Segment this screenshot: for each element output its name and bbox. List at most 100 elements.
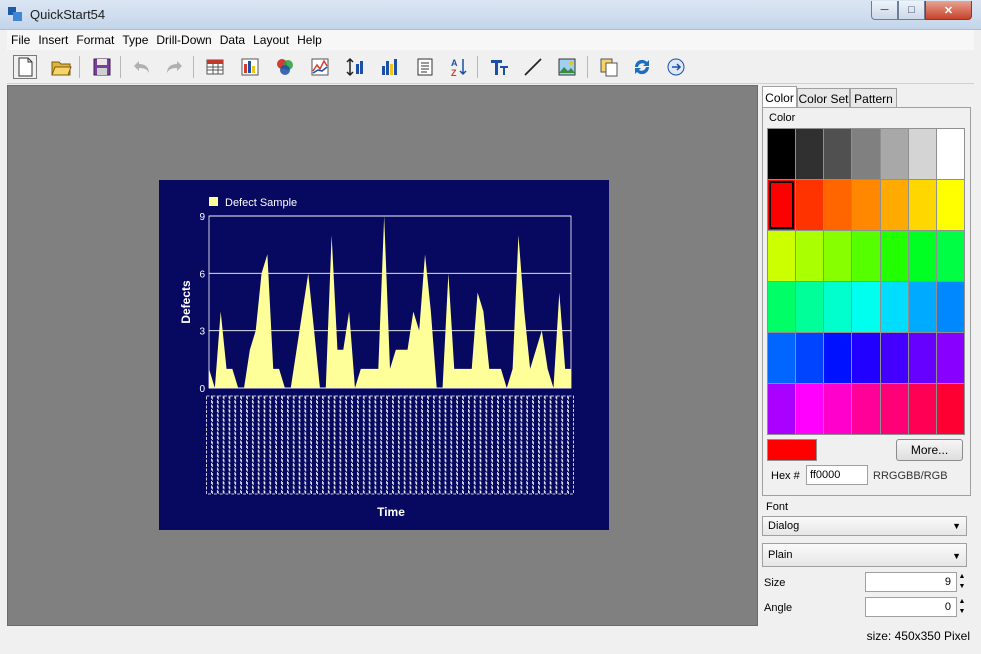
export-icon bbox=[667, 58, 685, 76]
color-swatch[interactable] bbox=[908, 231, 936, 281]
list-button[interactable] bbox=[413, 55, 437, 79]
color-swatch[interactable] bbox=[852, 231, 880, 281]
color-swatch[interactable] bbox=[880, 129, 908, 179]
font-family-select[interactable]: Dialog ▼ bbox=[762, 516, 967, 536]
tab-pattern[interactable]: Pattern bbox=[850, 88, 897, 108]
color-swatch[interactable] bbox=[936, 180, 964, 230]
color-swatch[interactable] bbox=[824, 129, 852, 179]
color-swatch[interactable] bbox=[936, 282, 964, 332]
bar-chart-icon bbox=[382, 59, 397, 75]
close-button[interactable]: ✕ bbox=[925, 1, 972, 20]
color-palette-icon bbox=[277, 59, 293, 75]
chart-panel[interactable]: Defect Sample 0 3 6 9 Defects Time bbox=[159, 180, 609, 530]
menu-data[interactable]: Data bbox=[220, 33, 245, 47]
bar-chart-button[interactable] bbox=[378, 55, 402, 79]
more-colors-button[interactable]: More... bbox=[896, 439, 963, 461]
x-tick-mark bbox=[258, 395, 265, 495]
color-swatch[interactable] bbox=[824, 180, 852, 230]
color-swatch[interactable] bbox=[852, 180, 880, 230]
size-spin-arrows[interactable]: ▲ ▼ bbox=[957, 572, 967, 592]
color-swatch[interactable] bbox=[880, 282, 908, 332]
toolbar: AZ bbox=[7, 50, 974, 84]
svg-text:Z: Z bbox=[451, 68, 457, 78]
color-swatch[interactable] bbox=[768, 180, 796, 230]
color-swatch[interactable] bbox=[880, 180, 908, 230]
color-swatch[interactable] bbox=[936, 384, 964, 434]
color-swatch[interactable] bbox=[880, 231, 908, 281]
color-swatch[interactable] bbox=[852, 129, 880, 179]
color-swatch[interactable] bbox=[824, 231, 852, 281]
angle-spin-arrows[interactable]: ▲ ▼ bbox=[957, 597, 967, 617]
color-swatch[interactable] bbox=[908, 333, 936, 383]
spin-up-icon: ▲ bbox=[958, 573, 966, 580]
size-spinner[interactable]: 9 bbox=[865, 572, 957, 592]
angle-spinner[interactable]: 0 bbox=[865, 597, 957, 617]
axis-scale-button[interactable] bbox=[343, 55, 367, 79]
table-icon bbox=[206, 59, 224, 75]
color-swatch[interactable] bbox=[768, 333, 796, 383]
color-swatch[interactable] bbox=[852, 384, 880, 434]
color-swatch[interactable] bbox=[908, 282, 936, 332]
app-icon bbox=[8, 7, 22, 21]
export-button[interactable] bbox=[664, 55, 688, 79]
menu-help[interactable]: Help bbox=[297, 33, 322, 47]
color-swatch[interactable] bbox=[880, 384, 908, 434]
menu-insert[interactable]: Insert bbox=[38, 33, 68, 47]
color-swatch[interactable] bbox=[768, 282, 796, 332]
svg-text:A: A bbox=[451, 58, 458, 68]
color-swatch[interactable] bbox=[768, 129, 796, 179]
menu-file[interactable]: File bbox=[11, 33, 30, 47]
copy-pages-button[interactable] bbox=[597, 55, 621, 79]
color-swatch[interactable] bbox=[824, 333, 852, 383]
design-canvas[interactable]: Defect Sample 0 3 6 9 Defects Time bbox=[7, 85, 758, 626]
color-swatch[interactable] bbox=[796, 282, 824, 332]
undo-button[interactable] bbox=[130, 55, 154, 79]
menu-type[interactable]: Type bbox=[122, 33, 148, 47]
color-swatch[interactable] bbox=[824, 282, 852, 332]
menu-drill-down[interactable]: Drill-Down bbox=[156, 33, 211, 47]
open-button[interactable] bbox=[49, 55, 73, 79]
color-swatch[interactable] bbox=[796, 129, 824, 179]
minimize-button[interactable]: ─ bbox=[871, 1, 898, 20]
color-swatch[interactable] bbox=[852, 282, 880, 332]
line-chart-button[interactable] bbox=[308, 55, 332, 79]
maximize-button[interactable]: □ bbox=[898, 1, 925, 20]
color-swatch[interactable] bbox=[936, 129, 964, 179]
color-swatch[interactable] bbox=[768, 384, 796, 434]
font-style-value: Plain bbox=[768, 549, 793, 561]
menu-format[interactable]: Format bbox=[76, 33, 114, 47]
save-button[interactable] bbox=[90, 55, 114, 79]
color-swatch[interactable] bbox=[936, 333, 964, 383]
color-swatch[interactable] bbox=[852, 333, 880, 383]
color-swatch[interactable] bbox=[936, 231, 964, 281]
color-swatch[interactable] bbox=[796, 180, 824, 230]
chart-svg: Defect Sample 0 3 6 9 Defects Time bbox=[179, 197, 574, 519]
chart-color-button[interactable] bbox=[238, 55, 262, 79]
font-style-select[interactable]: Plain ▼ bbox=[762, 543, 967, 567]
color-swatch[interactable] bbox=[796, 333, 824, 383]
x-tick-mark bbox=[282, 395, 288, 495]
color-swatch[interactable] bbox=[908, 180, 936, 230]
color-swatch[interactable] bbox=[908, 384, 936, 434]
table-button[interactable] bbox=[203, 55, 227, 79]
color-swatch[interactable] bbox=[908, 129, 936, 179]
color-swatch[interactable] bbox=[796, 231, 824, 281]
tab-color-set[interactable]: Color Set bbox=[797, 88, 850, 108]
menu-layout[interactable]: Layout bbox=[253, 33, 289, 47]
new-button[interactable] bbox=[13, 55, 37, 79]
hex-color-input[interactable] bbox=[806, 465, 868, 485]
redo-button[interactable] bbox=[162, 55, 186, 79]
image-button[interactable] bbox=[555, 55, 579, 79]
color-swatch[interactable] bbox=[796, 384, 824, 434]
x-tick-mark bbox=[340, 395, 347, 495]
color-swatch[interactable] bbox=[824, 384, 852, 434]
color-swatch[interactable] bbox=[768, 231, 796, 281]
tab-color[interactable]: Color bbox=[762, 86, 797, 108]
sort-button[interactable]: AZ bbox=[447, 55, 471, 79]
text-format-button[interactable] bbox=[487, 55, 511, 79]
palette-button[interactable] bbox=[273, 55, 297, 79]
refresh-button[interactable] bbox=[630, 55, 654, 79]
line-draw-button[interactable] bbox=[521, 55, 545, 79]
color-swatch[interactable] bbox=[880, 333, 908, 383]
x-tick-mark bbox=[463, 395, 469, 495]
